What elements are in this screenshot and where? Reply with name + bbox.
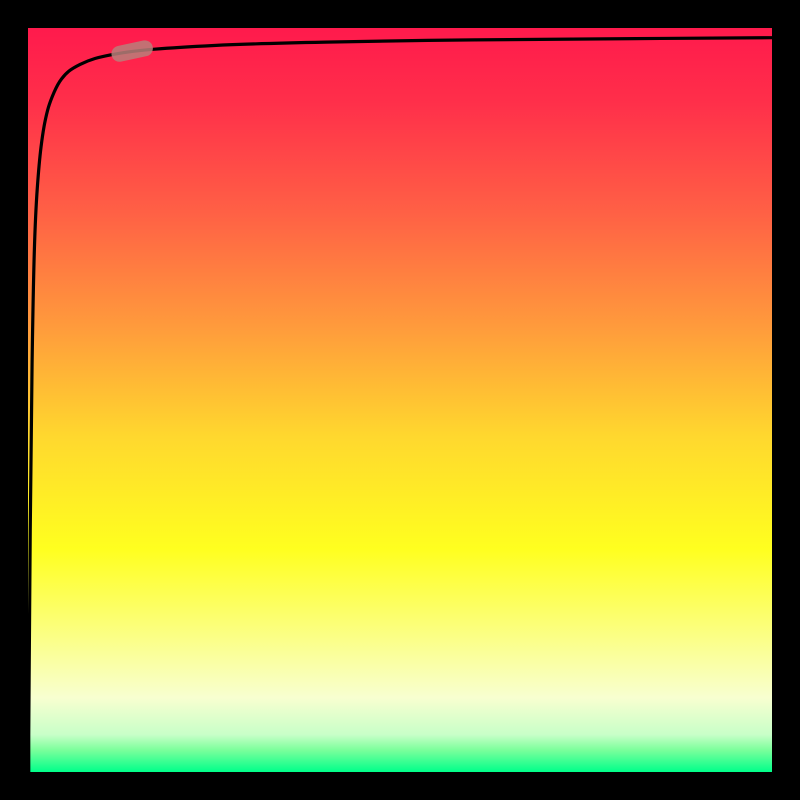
plot-svg	[0, 0, 800, 800]
plot-background-gradient	[28, 28, 772, 772]
